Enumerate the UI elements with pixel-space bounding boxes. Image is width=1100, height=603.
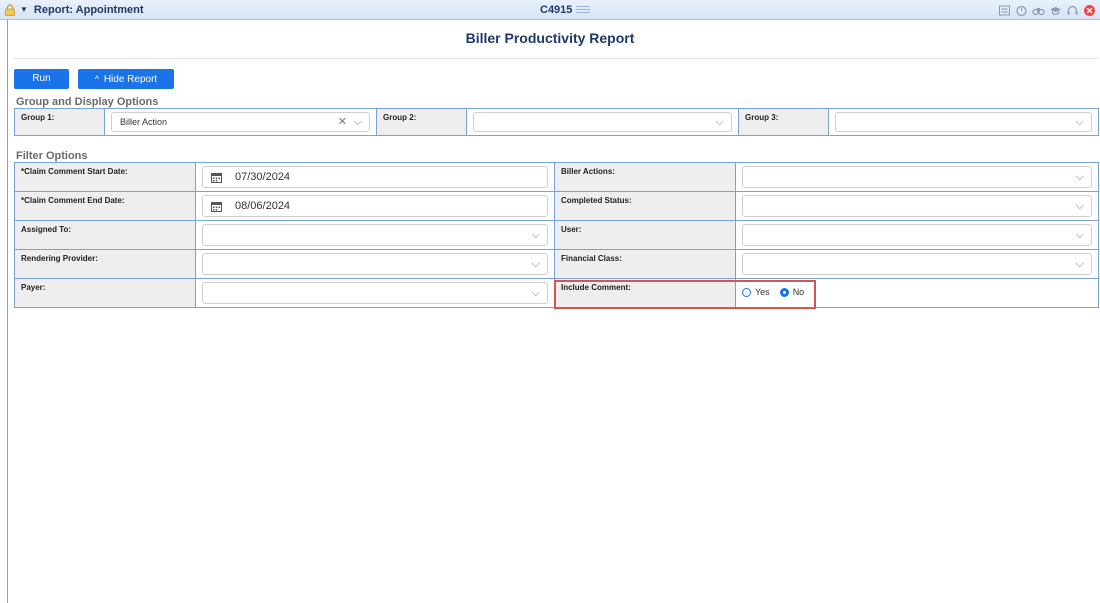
close-icon[interactable] <box>1083 4 1096 17</box>
hide-report-filters-button[interactable]: ^ Hide Report Filters <box>78 69 174 105</box>
include-comment-label: Include Comment: <box>554 278 736 308</box>
filter-options-table: *Claim Comment Start Date: 07/30/2024 Bi… <box>14 162 1099 308</box>
financial-class-label: Financial Class: <box>554 249 736 279</box>
record-code: C4915 <box>540 4 573 16</box>
rendering-provider-label: Rendering Provider: <box>14 249 196 279</box>
start-date-label: *Claim Comment Start Date: <box>14 162 196 192</box>
include-comment-no-radio[interactable] <box>779 287 789 297</box>
group1-label: Group 1: <box>14 108 105 136</box>
chevron-down-icon[interactable]: ⌵ <box>1076 254 1084 274</box>
left-border <box>7 20 8 603</box>
include-comment-radio-group: Yes No <box>742 282 1092 302</box>
report-icon[interactable] <box>998 4 1011 17</box>
group2-label: Group 2: <box>376 108 467 136</box>
include-comment-yes-label[interactable]: Yes <box>755 287 770 297</box>
page-title: Biller Productivity Report <box>465 30 635 46</box>
group2-select[interactable]: ⌵ <box>473 112 732 132</box>
chevron-up-icon: ^ <box>94 74 100 84</box>
assigned-to-select[interactable]: ⌵ <box>202 224 548 246</box>
assigned-to-label: Assigned To: <box>14 220 196 250</box>
biller-actions-select[interactable]: ⌵ <box>742 166 1092 188</box>
group-options-table: Group 1: Biller Action ✕ ⌵ Group 2: ⌵ Gr… <box>14 108 1099 136</box>
timer-icon[interactable] <box>1015 4 1028 17</box>
end-date-input[interactable]: 08/06/2024 <box>202 195 548 217</box>
filter-options-heading: Filter Options <box>16 150 88 162</box>
user-label: User: <box>554 220 736 250</box>
chevron-down-icon[interactable]: ⌵ <box>1076 196 1084 216</box>
financial-class-select[interactable]: ⌵ <box>742 253 1092 275</box>
chevron-down-icon[interactable]: ⌵ <box>354 113 362 131</box>
group1-select[interactable]: Biller Action ✕ ⌵ <box>111 112 370 132</box>
chevron-down-icon[interactable]: ⌵ <box>1076 225 1084 245</box>
chevron-down-icon[interactable]: ⌵ <box>716 113 724 131</box>
graduation-cap-icon[interactable] <box>1049 4 1062 17</box>
group-options-heading: Group and Display Options <box>16 96 159 108</box>
clear-icon[interactable]: ✕ <box>338 113 347 131</box>
end-date-label: *Claim Comment End Date: <box>14 191 196 221</box>
chevron-down-icon[interactable]: ⌵ <box>532 254 540 274</box>
calendar-icon[interactable] <box>211 201 222 212</box>
payer-label: Payer: <box>14 278 196 308</box>
include-comment-yes-radio[interactable] <box>742 287 751 297</box>
start-date-input[interactable]: 07/30/2024 <box>202 166 548 188</box>
rendering-provider-select[interactable]: ⌵ <box>202 253 548 275</box>
biller-actions-label: Biller Actions: <box>554 162 736 192</box>
window-title: Report: Appointment <box>33 4 144 16</box>
caret-down-icon[interactable]: ▼ <box>20 0 28 20</box>
completed-status-select[interactable]: ⌵ <box>742 195 1092 217</box>
payer-select[interactable]: ⌵ <box>202 282 548 304</box>
include-comment-no-label[interactable]: No <box>793 287 805 297</box>
menu-lines-icon[interactable] <box>576 5 591 15</box>
chevron-down-icon[interactable]: ⌵ <box>532 283 540 303</box>
chevron-down-icon[interactable]: ⌵ <box>1076 113 1084 131</box>
group3-label: Group 3: <box>738 108 829 136</box>
run-report-button[interactable]: Run Report <box>14 69 69 104</box>
window-title-bar: ▼ Report: Appointment C4915 <box>0 0 1100 20</box>
chevron-down-icon[interactable]: ⌵ <box>1076 167 1084 187</box>
headset-icon[interactable] <box>1066 4 1079 17</box>
title-divider <box>14 58 1098 59</box>
calendar-icon[interactable] <box>211 172 222 183</box>
group1-value: Biller Action <box>120 117 168 127</box>
completed-status-label: Completed Status: <box>554 191 736 221</box>
lock-icon[interactable] <box>4 4 16 16</box>
binoculars-icon[interactable] <box>1032 4 1045 17</box>
end-date-value: 08/06/2024 <box>235 200 291 212</box>
start-date-value: 07/30/2024 <box>235 171 291 183</box>
chevron-down-icon[interactable]: ⌵ <box>532 225 540 245</box>
user-select[interactable]: ⌵ <box>742 224 1092 246</box>
group3-select[interactable]: ⌵ <box>835 112 1092 132</box>
